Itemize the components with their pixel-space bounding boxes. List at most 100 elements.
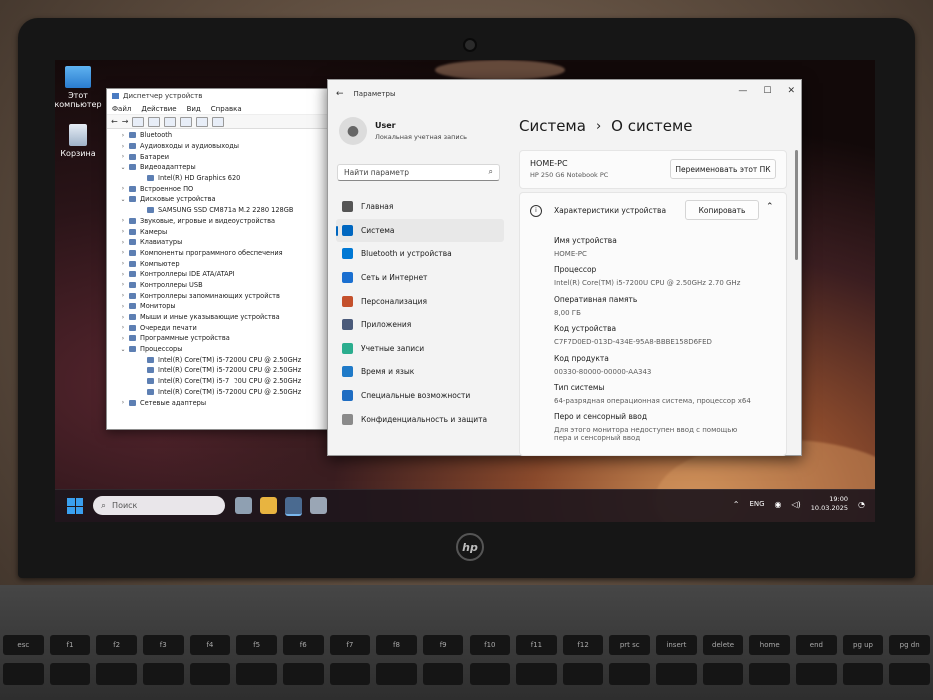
notification-bell-icon[interactable]: ◔ [858,500,865,509]
keyboard-key-blank[interactable] [282,663,324,685]
tree-item[interactable]: › Компьютер [107,258,333,269]
tree-item[interactable]: › Контроллеры IDE ATA/ATAPI [107,269,333,280]
properties-icon[interactable] [132,116,145,127]
nav-item[interactable]: Персонализация [336,289,504,313]
tree-item[interactable]: Intel(R) Core(TM) i5-7200U CPU @ 2.50GHz [107,365,333,376]
scrollbar[interactable] [795,150,798,260]
language-indicator[interactable]: ENG [749,500,764,508]
keyboard-key[interactable]: f9 [422,635,464,655]
keyboard-key[interactable]: delete [702,635,744,655]
chevron-right-icon[interactable]: › [119,228,127,235]
keyboard-key[interactable]: f6 [282,635,324,655]
nav-item[interactable]: Система [336,218,504,243]
tree-item[interactable]: › Сетевые адаптеры [107,397,333,408]
keyboard-key-blank[interactable] [609,663,651,685]
keyboard-key-blank[interactable] [189,663,231,685]
chevron-down-icon[interactable]: ⌄ [119,164,127,171]
menu-view[interactable]: Вид [187,105,201,113]
keyboard-key[interactable]: end [796,635,837,655]
keyboard-key[interactable]: prt sc [609,635,651,655]
keyboard-key-blank[interactable] [796,663,837,685]
tree-item[interactable]: ⌄ Дисковые устройства [107,194,333,205]
keyboard-key-blank[interactable] [749,663,791,685]
keyboard-key-blank[interactable] [422,663,464,685]
tree-item[interactable]: › Очереди печати [107,322,333,333]
keyboard-key-blank[interactable] [842,663,884,685]
keyboard-key[interactable]: esc [3,635,44,655]
keyboard-key-blank[interactable] [329,663,371,685]
chevron-right-icon[interactable]: › [119,185,127,192]
chevron-right-icon[interactable]: › [119,239,127,246]
keyboard-key-blank[interactable] [469,663,511,685]
taskbar-search-input[interactable]: ⌕ Поиск [93,496,225,515]
menu-action[interactable]: Действие [141,105,176,113]
nav-item[interactable]: Конфиденциальность и защита [336,407,504,431]
keyboard-key-blank[interactable] [96,663,137,685]
keyboard-key-blank[interactable] [49,663,91,685]
keyboard-key[interactable]: f3 [142,635,184,655]
tree-item[interactable]: › Bluetooth [107,130,333,141]
nav-item[interactable]: Bluetooth и устройства [336,242,504,266]
keyboard-key[interactable]: f11 [516,635,557,655]
settings-gear-icon[interactable] [285,497,302,516]
rename-pc-button[interactable]: Переименовать этот ПК [670,159,776,179]
chevron-right-icon[interactable]: › [119,281,127,288]
tree-item[interactable]: ⌄ Процессоры [107,344,333,355]
chevron-down-icon[interactable]: ⌄ [119,346,127,353]
nav-item[interactable]: Время и язык [336,360,504,384]
tree-item[interactable]: ⌄ Видеоадаптеры [107,162,333,173]
tree-item[interactable]: Intel(R) Core(TM) i5-7200U CPU @ 2.50GHz [107,387,333,398]
maximize-icon[interactable]: ☐ [763,86,771,96]
chevron-right-icon[interactable]: › [119,335,127,342]
nav-item[interactable]: Главная [336,195,504,219]
chevron-right-icon[interactable]: › [119,271,127,278]
chevron-right-icon[interactable]: › [119,399,127,406]
tree-item[interactable]: › Клавиатуры [107,237,333,248]
tree-item[interactable]: › Компоненты программного обеспечения [107,248,333,259]
keyboard-key-blank[interactable] [562,663,604,685]
keyboard-key[interactable]: f4 [189,635,231,655]
nav-item[interactable]: Приложения [336,313,504,337]
menu-file[interactable]: Файл [112,105,131,113]
chevron-right-icon[interactable]: › [119,143,127,150]
tree-item[interactable]: Intel(R) HD Graphics 620 [107,173,333,184]
nav-item[interactable]: Специальные возможности [336,384,504,408]
help-icon[interactable] [164,116,177,127]
tree-item[interactable]: › Мониторы [107,301,333,312]
tree-item[interactable]: SAMSUNG SSD CM871a M.2 2280 128GB [107,205,333,216]
chevron-right-icon[interactable]: › [119,303,127,310]
chevron-right-icon[interactable]: › [119,249,127,256]
chevron-up-icon[interactable]: ⌃ [733,500,740,509]
keyboard-key-blank[interactable] [889,663,930,685]
start-button-icon[interactable] [67,498,83,514]
tree-item[interactable]: › Звуковые, игровые и видеоустройства [107,216,333,227]
nav-item[interactable]: Учетные записи [336,337,504,361]
monitor-scan-icon[interactable] [212,116,225,127]
keyboard-key[interactable]: f10 [469,635,511,655]
keyboard-key[interactable]: f8 [376,635,417,655]
chevron-right-icon[interactable]: › [119,324,127,331]
keyboard-key[interactable]: f1 [49,635,91,655]
task-view-icon[interactable] [235,497,252,514]
keyboard-key[interactable]: pg up [842,635,884,655]
keyboard-key-blank[interactable] [142,663,184,685]
user-profile[interactable]: ● User Локальная учетная запись [339,117,467,145]
tree-item[interactable]: Intel(R) Core(TM) i5-7200U CPU @ 2.50GHz [107,354,333,365]
volume-icon[interactable]: ◁) [792,500,801,509]
nav-item[interactable]: Сеть и Интернет [336,266,504,290]
tree-item[interactable]: › Аудиовходы и аудиовыходы [107,141,333,152]
chevron-up-icon[interactable]: ⌃ [766,202,774,212]
keyboard-key[interactable]: pg dn [889,635,930,655]
file-explorer-icon[interactable] [260,497,277,514]
chevron-right-icon[interactable]: › [119,292,127,299]
keyboard-key[interactable]: f7 [329,635,371,655]
print-icon[interactable] [196,116,209,127]
tree-item[interactable]: › Мыши и иные указывающие устройства [107,312,333,323]
chevron-right-icon[interactable]: › [119,153,127,160]
breadcrumb-system[interactable]: Система [519,117,586,135]
minimize-icon[interactable]: — [738,86,747,96]
keyboard-key-blank[interactable] [236,663,277,685]
menu-help[interactable]: Справка [211,105,242,113]
keyboard-key[interactable]: f2 [96,635,137,655]
tree-item[interactable]: › Встроенное ПО [107,183,333,194]
